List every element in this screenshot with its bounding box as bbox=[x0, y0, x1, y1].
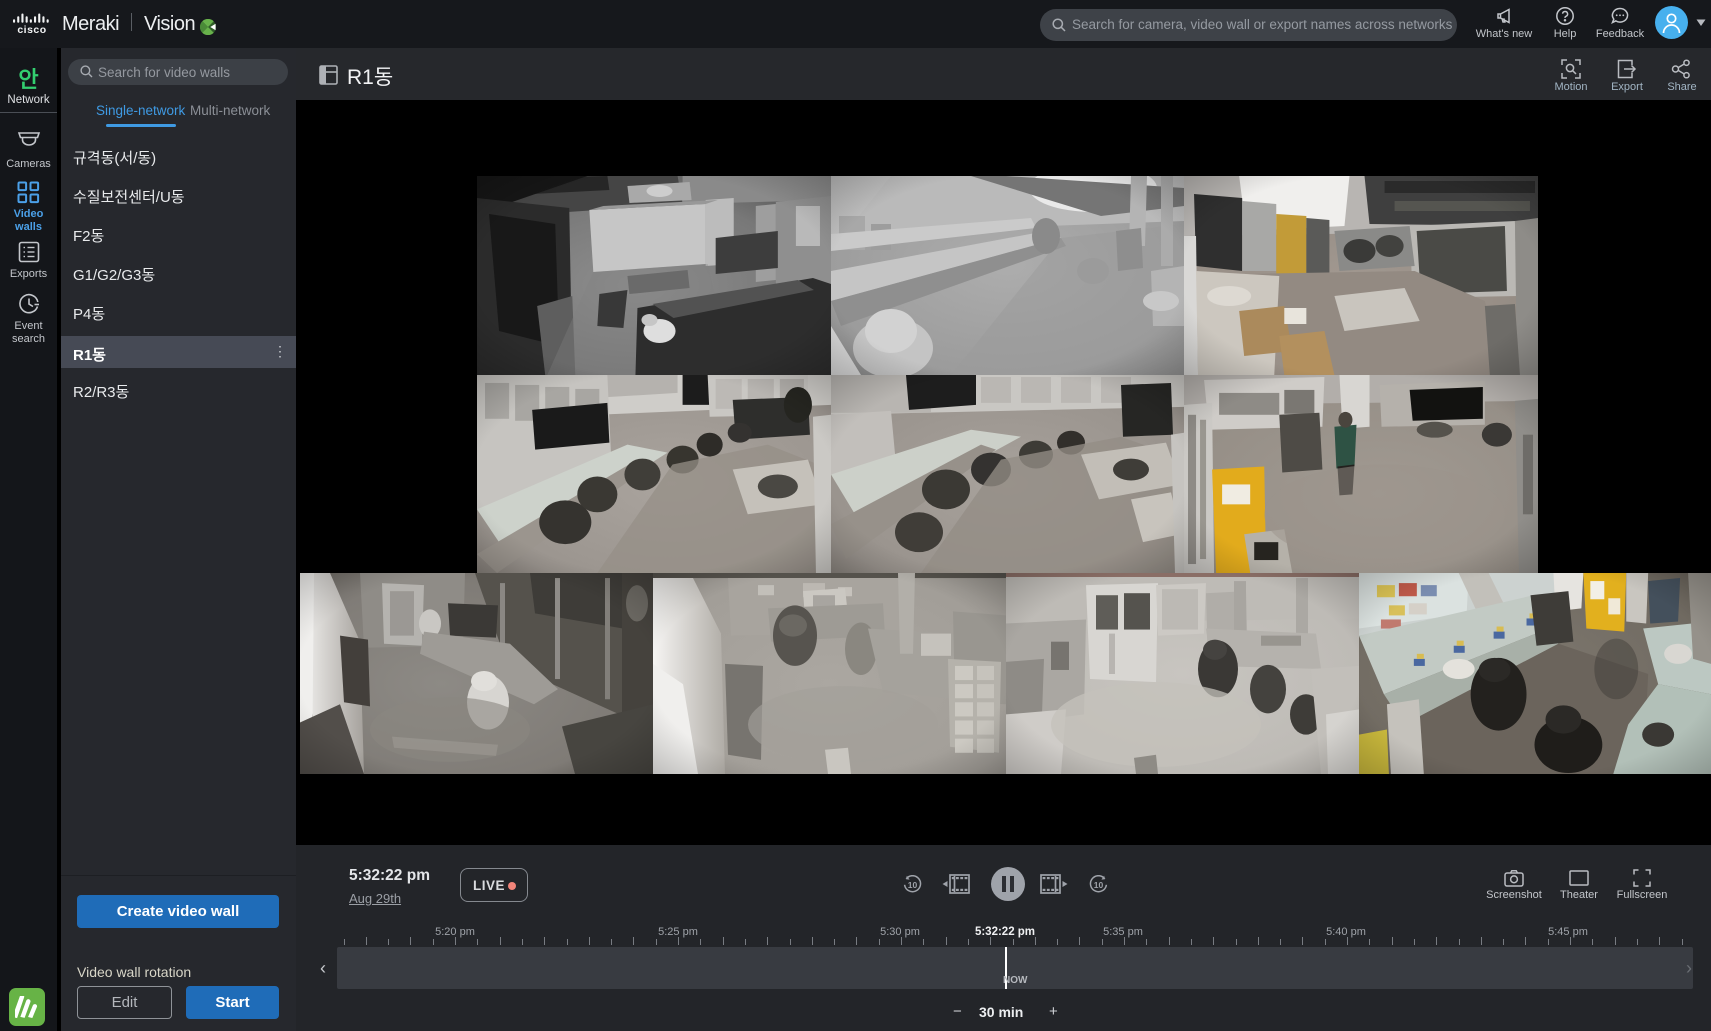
svg-text:cisco: cisco bbox=[17, 24, 46, 34]
svg-text:10: 10 bbox=[908, 880, 918, 890]
svg-text:10: 10 bbox=[1094, 880, 1104, 890]
